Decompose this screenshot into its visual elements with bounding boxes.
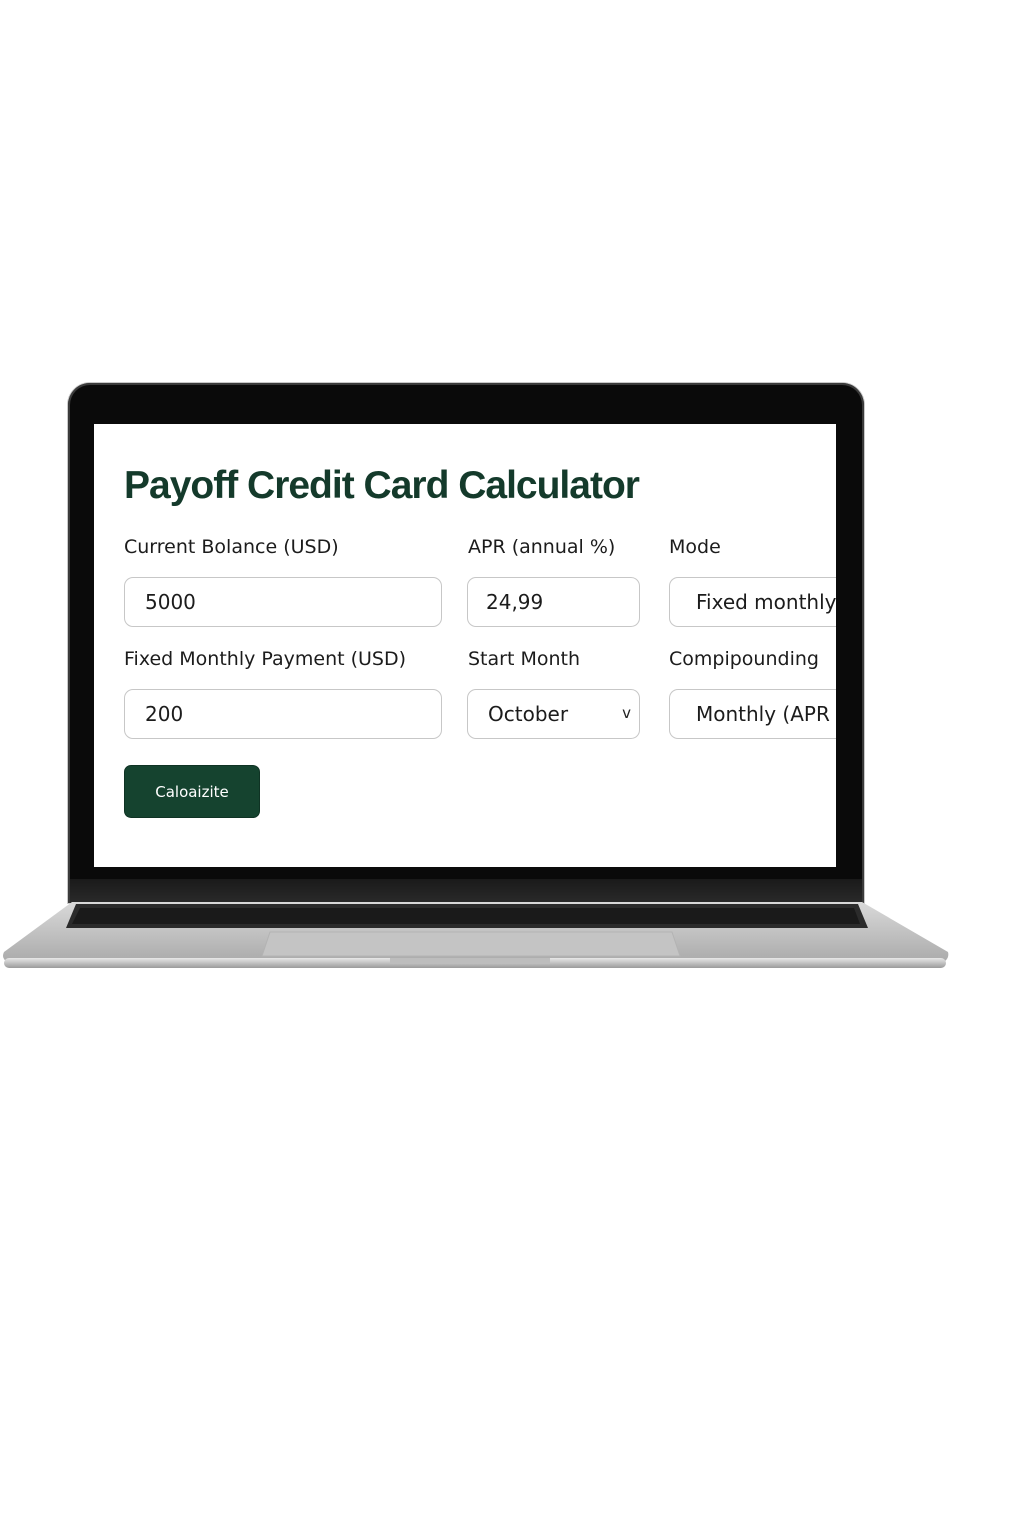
- payment-input[interactable]: 200: [124, 689, 442, 739]
- apr-label: APR (annual %): [468, 536, 616, 558]
- balance-label: Current Bolance (USD): [124, 536, 339, 558]
- payment-value: 200: [145, 702, 184, 726]
- laptop-base-graphic: [3, 902, 949, 968]
- mode-label: Mode: [669, 536, 721, 558]
- start-month-select[interactable]: October v: [467, 689, 640, 739]
- start-month-label: Start Month: [468, 648, 581, 670]
- page-title: Payoff Credit Card Calculator: [124, 464, 640, 507]
- compounding-label: Compipounding: [669, 648, 819, 670]
- compounding-value: Monthly (APR: [696, 702, 830, 726]
- laptop-device: Payoff Credit Card Calculator Current Bo…: [0, 0, 1024, 1536]
- apr-input[interactable]: 24,99: [467, 577, 640, 627]
- app-screen: Payoff Credit Card Calculator Current Bo…: [94, 424, 836, 867]
- start-month-value: October: [488, 702, 569, 726]
- laptop-bezel-bottom: [70, 879, 862, 903]
- balance-input[interactable]: 5000: [124, 577, 442, 627]
- mode-select[interactable]: Fixed monthly: [669, 577, 836, 627]
- compounding-select[interactable]: Monthly (APR: [669, 689, 836, 739]
- mode-value: Fixed monthly: [696, 590, 836, 614]
- laptop-base: [0, 902, 950, 972]
- chevron-down-icon: v: [622, 704, 631, 722]
- apr-value: 24,99: [486, 590, 544, 614]
- calculate-button[interactable]: Caloaizite: [124, 765, 260, 818]
- balance-value: 5000: [145, 590, 196, 614]
- payment-label: Fixed Monthly Payment (USD): [124, 648, 407, 670]
